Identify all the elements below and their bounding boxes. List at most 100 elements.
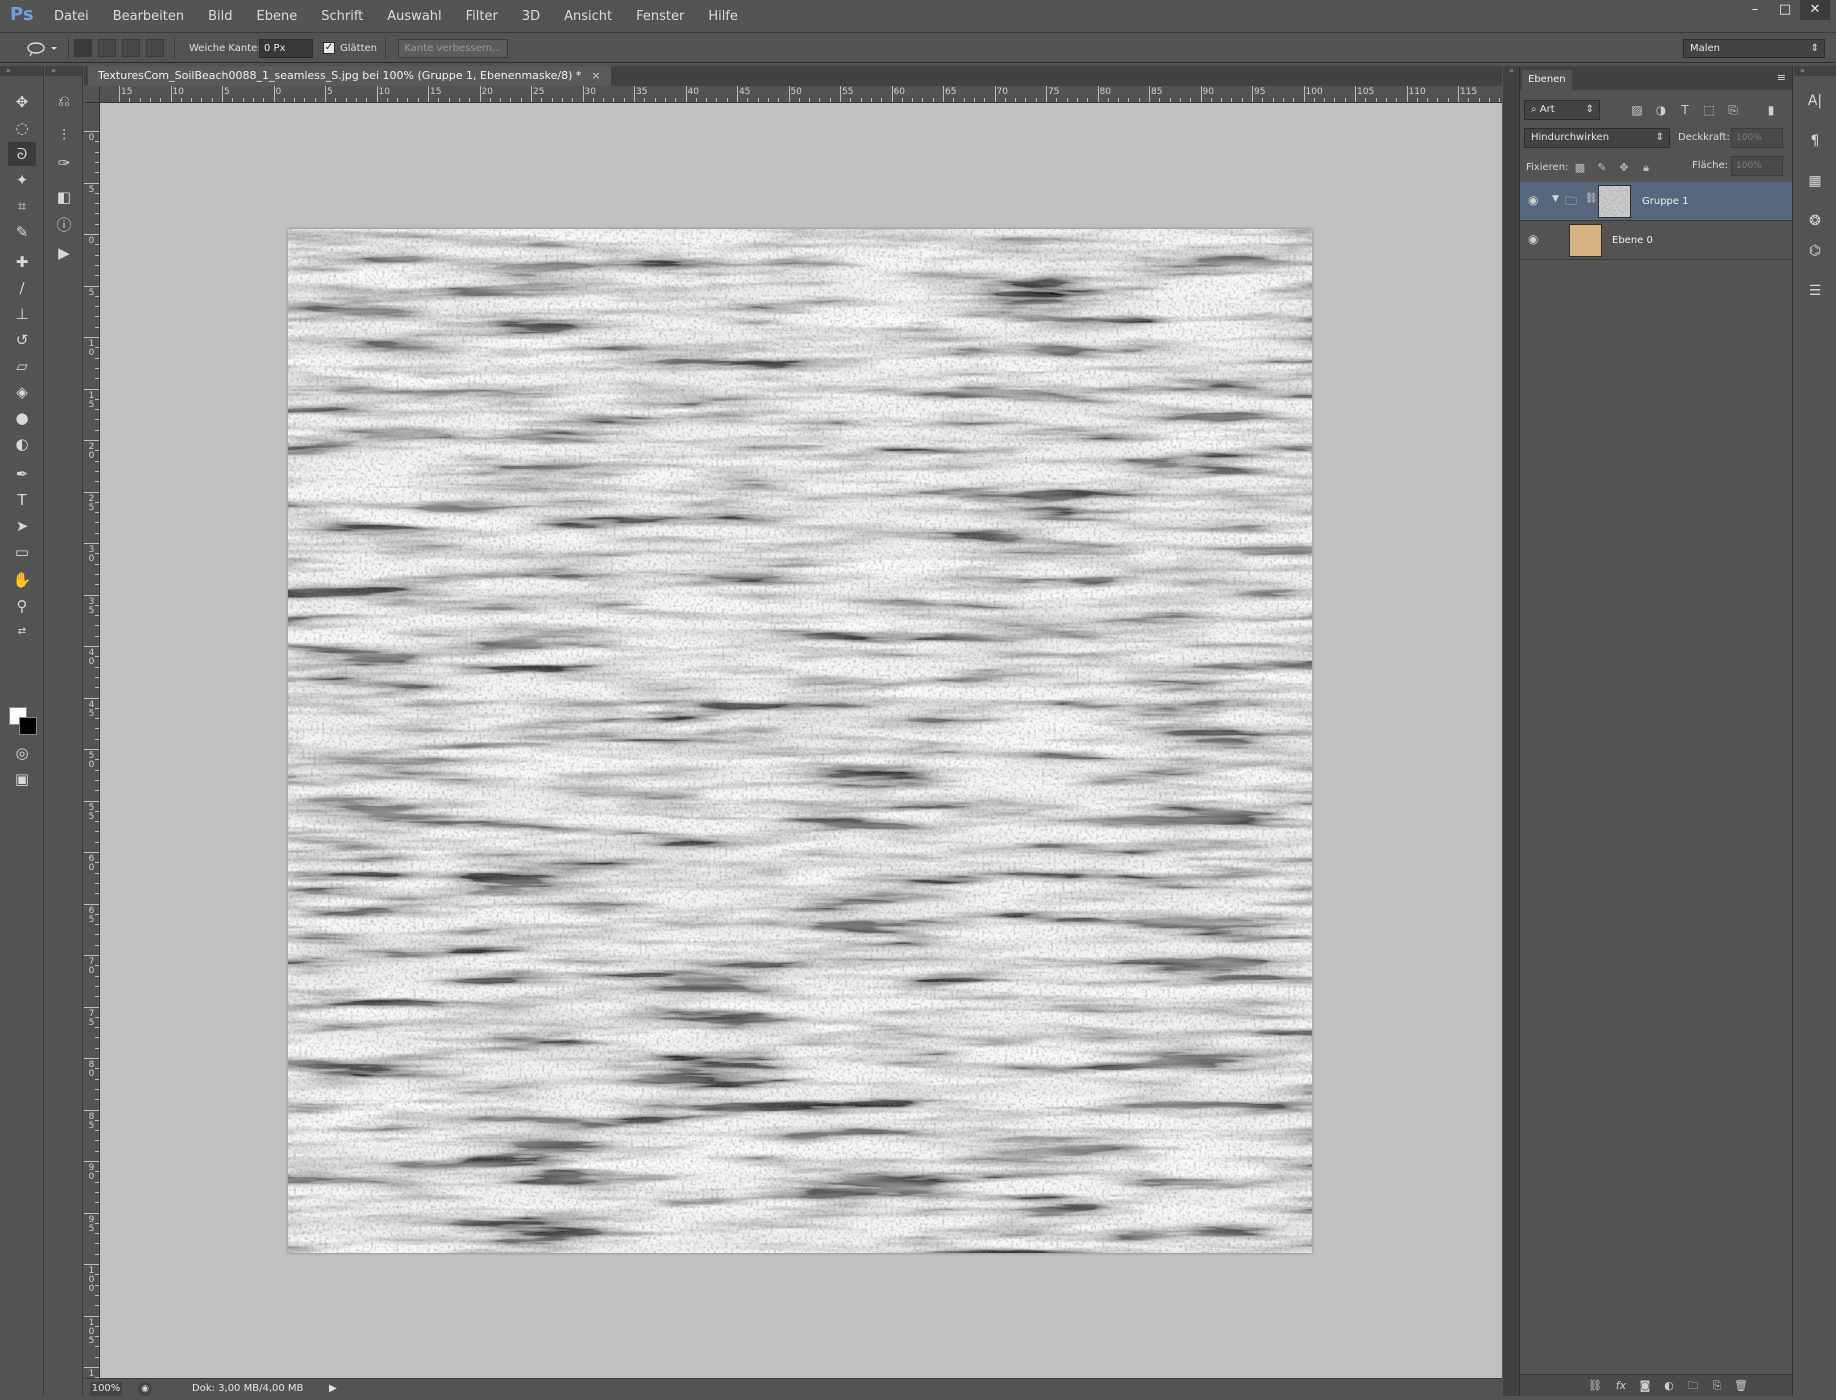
menu-bild[interactable]: Bild <box>196 0 244 33</box>
maximize-button[interactable]: □ <box>1770 0 1800 20</box>
swap-colors-icon[interactable]: ⇄ <box>8 620 36 644</box>
visibility-eye-icon[interactable]: ◉ <box>1528 193 1538 207</box>
intersect-selection-mode-icon[interactable] <box>146 39 164 57</box>
menu-fenster[interactable]: Fenster <box>624 0 696 33</box>
minimize-button[interactable]: – <box>1740 0 1770 20</box>
history-brush-tool-icon[interactable]: ↺ <box>8 328 36 352</box>
menu-filter[interactable]: Filter <box>454 0 510 33</box>
expand-icon[interactable]: » <box>45 66 82 76</box>
lock-all-icon[interactable]: 🔒︎ <box>1638 158 1654 178</box>
info-panel-icon[interactable]: ⓘ <box>50 212 78 238</box>
mask-link-icon[interactable]: ⛓ <box>1585 193 1598 204</box>
dodge-tool-icon[interactable]: ◐ <box>8 432 36 456</box>
lock-position-icon[interactable]: ✥ <box>1616 158 1632 178</box>
add-selection-mode-icon[interactable] <box>98 39 116 57</box>
layer-mask-thumbnail[interactable] <box>1598 185 1631 218</box>
menu-3d[interactable]: 3D <box>510 0 552 33</box>
filter-type-icon[interactable]: T <box>1675 100 1695 120</box>
new-selection-mode-icon[interactable] <box>74 39 92 57</box>
delete-layer-icon[interactable]: 🗑︎ <box>1732 1378 1750 1394</box>
layer-row-gruppe-1[interactable]: ◉ ▼ 🗀 ⛓ Gruppe 1 <box>1520 182 1792 221</box>
filter-pixel-icon[interactable]: ▨ <box>1627 100 1647 120</box>
menu-ebene[interactable]: Ebene <box>245 0 310 33</box>
eyedropper-tool-icon[interactable]: ✎ <box>8 220 36 244</box>
path-selection-tool-icon[interactable]: ➤ <box>8 514 36 538</box>
antialias-checkbox[interactable]: ✓ <box>323 42 335 54</box>
menu-hilfe[interactable]: Hilfe <box>696 0 750 33</box>
document-tab[interactable]: TexturesCom_SoilBeach0088_1_seamless_S.j… <box>88 66 611 86</box>
layer-thumbnail[interactable] <box>1569 224 1602 257</box>
filter-smart-object-icon[interactable]: ⎘ <box>1723 100 1743 120</box>
zoom-tool-icon[interactable]: ⚲ <box>8 594 36 618</box>
crop-tool-icon[interactable]: ⌗ <box>8 194 36 218</box>
layer-name[interactable]: Gruppe 1 <box>1642 182 1689 221</box>
ruler-corner[interactable] <box>84 86 100 103</box>
link-layers-icon[interactable]: ⛓ <box>1586 1378 1604 1394</box>
fx-icon[interactable]: fx <box>1612 1378 1630 1394</box>
status-menu-arrow-icon[interactable]: ▶ <box>329 1382 337 1396</box>
quick-mask-icon[interactable]: ◎ <box>8 741 36 765</box>
expand-icon[interactable]: » <box>1794 66 1836 76</box>
zoom-level-field[interactable]: 100% <box>90 1382 122 1396</box>
rectangle-tool-icon[interactable]: ▭ <box>8 540 36 564</box>
expand-group-icon[interactable]: ▼ <box>1552 194 1559 204</box>
screen-mode-icon[interactable]: ▣ <box>8 767 36 791</box>
vertical-ruler[interactable]: 0 5 0 5 10 15 20 25 30 35 40 45 50 55 60 65 70 75 80 85 90 95… <box>84 103 100 1378</box>
menu-auswahl[interactable]: Auswahl <box>375 0 453 33</box>
collapse-icon[interactable]: » <box>0 66 43 76</box>
layer-row-ebene-0[interactable]: ◉ Ebene 0 <box>1520 221 1792 260</box>
hand-tool-icon[interactable]: ✋ <box>8 568 36 592</box>
fill-input[interactable]: 100% <box>1731 156 1783 176</box>
adjustment-layer-icon[interactable]: ◐ <box>1660 1378 1678 1394</box>
paths-panel-icon[interactable]: ⌬ <box>1802 238 1828 264</box>
new-layer-icon[interactable]: ⎘ <box>1708 1378 1726 1394</box>
brush-panel-icon[interactable]: ⫶ <box>50 122 78 148</box>
close-window-button[interactable]: ✕ <box>1800 0 1830 20</box>
history-panel-icon[interactable]: ⎌ <box>50 88 78 114</box>
play-action-icon[interactable]: ▶ <box>50 240 78 266</box>
filter-shape-icon[interactable]: ⬚ <box>1699 100 1719 120</box>
menu-ansicht[interactable]: Ansicht <box>552 0 624 33</box>
healing-brush-tool-icon[interactable]: ✚ <box>8 250 36 274</box>
horizontal-ruler[interactable]: 15 10 5 0 5 10 15 20 25 30 35 40 45 50 55 60 65 70 75 80 85 9… <box>100 86 1502 103</box>
layer-name[interactable]: Ebene 0 <box>1612 221 1653 260</box>
move-tool-icon[interactable]: ✥ <box>8 90 36 114</box>
type-tool-icon[interactable]: T <box>8 488 36 512</box>
lock-pixels-icon[interactable]: ✎ <box>1594 158 1610 178</box>
stamp-tool-icon[interactable]: ⊥ <box>8 302 36 326</box>
magic-wand-tool-icon[interactable]: ✦ <box>8 168 36 192</box>
swatches-panel-icon[interactable]: ▦ <box>1802 168 1828 194</box>
menu-schrift[interactable]: Schrift <box>309 0 375 33</box>
status-info-icon[interactable]: ◉ <box>138 1382 152 1396</box>
menu-bearbeiten[interactable]: Bearbeiten <box>101 0 196 33</box>
brush-tool-icon[interactable]: ∕ <box>8 276 36 300</box>
pen-tool-icon[interactable]: ✒ <box>8 462 36 486</box>
visibility-eye-icon[interactable]: ◉ <box>1528 232 1538 246</box>
character-panel-icon[interactable]: A| <box>1802 88 1828 114</box>
refine-edge-button[interactable]: Kante verbessern... <box>398 39 508 58</box>
paint-bucket-tool-icon[interactable]: ◈ <box>8 380 36 404</box>
subtract-selection-mode-icon[interactable] <box>122 39 140 57</box>
brush-presets-icon[interactable]: ✑ <box>50 150 78 176</box>
texture-image[interactable] <box>288 229 1312 1253</box>
collapse-dock-icon[interactable]: » <box>1503 66 1519 76</box>
opacity-input[interactable]: 100% <box>1731 128 1783 148</box>
add-mask-icon[interactable]: ◙ <box>1636 1378 1654 1394</box>
filter-toggle-icon[interactable]: ▮ <box>1761 100 1781 120</box>
marquee-tool-icon[interactable]: ◌ <box>8 116 36 140</box>
properties-panel-icon[interactable]: ☰ <box>1802 278 1828 304</box>
background-color-swatch[interactable] <box>19 717 37 735</box>
lock-transparency-icon[interactable]: ▩ <box>1572 158 1588 178</box>
feather-input[interactable]: 0 Px <box>259 39 313 58</box>
close-tab-icon[interactable]: × <box>591 69 600 82</box>
lasso-tool-icon[interactable]: ᘐ <box>8 142 36 166</box>
blur-tool-icon[interactable]: ● <box>8 406 36 430</box>
workspace-select[interactable]: Malen ⇕ <box>1683 39 1825 58</box>
canvas-area[interactable] <box>100 103 1502 1378</box>
eraser-tool-icon[interactable]: ▱ <box>8 354 36 378</box>
layer-filter-select[interactable]: ⌕ Art ⇕ <box>1524 100 1600 120</box>
menu-datei[interactable]: Datei <box>42 0 101 33</box>
layers-tab[interactable]: Ebenen <box>1522 70 1572 90</box>
actions-panel-icon[interactable]: ◧ <box>50 184 78 210</box>
lasso-tool-preset-icon[interactable] <box>24 39 60 58</box>
